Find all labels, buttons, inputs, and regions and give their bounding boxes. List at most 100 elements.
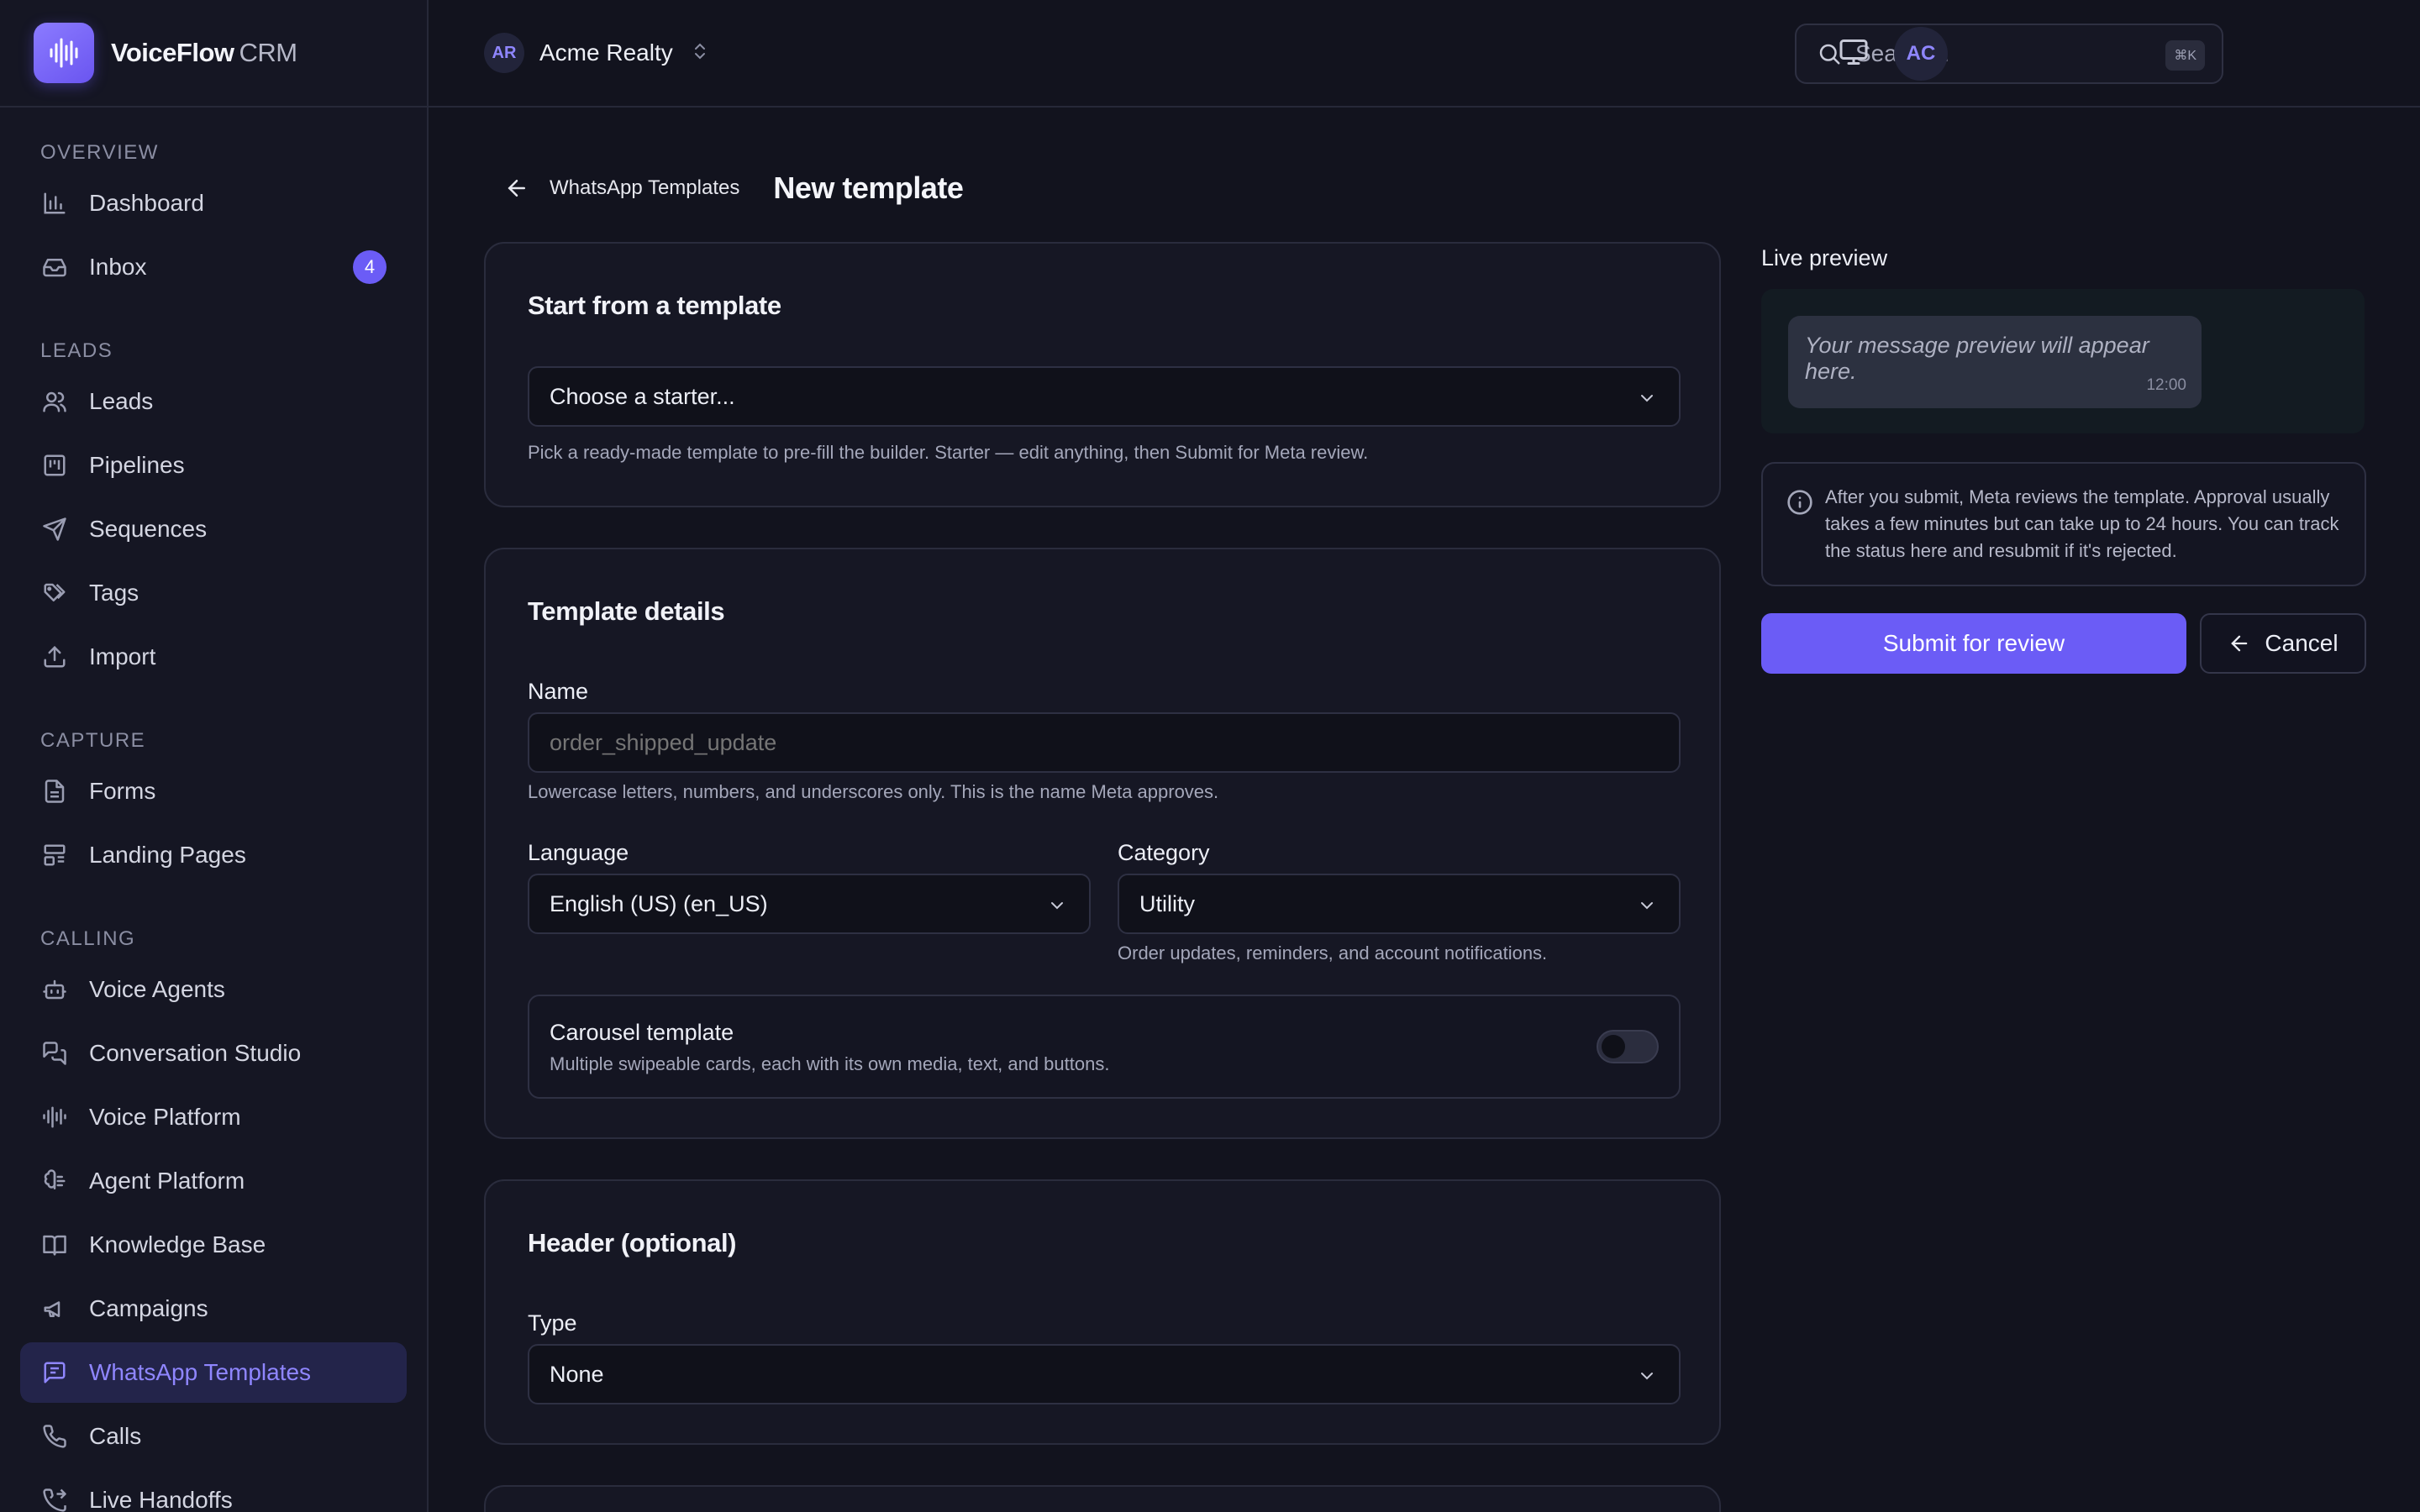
preview-message: Your message preview will appear here. [1805,333,2149,384]
chevron-down-icon [1637,388,1657,414]
monitor-icon[interactable] [1839,37,1869,71]
search-shortcut-badge: ⌘K [2165,40,2205,71]
starter-select[interactable]: Choose a starter... [528,366,1681,427]
sidebar-item-label: Forms [89,778,156,804]
template-details-card: Template details Name Lowercase letters,… [484,548,1721,1139]
sidebar-item-import[interactable]: Import [20,627,407,687]
type-label: Type [528,1310,577,1336]
name-label: Name [528,679,589,704]
chevrons-up-down-icon [690,39,710,67]
sidebar-item-leads[interactable]: Leads [20,371,407,432]
nav-section-overview: OVERVIEW [40,141,159,164]
sidebar-item-label: Leads [89,388,154,414]
toggle-knob [1602,1035,1625,1058]
sidebar-item-label: WhatsApp Templates [89,1359,312,1385]
sidebar-item-forms[interactable]: Forms [20,761,407,822]
cancel-label: Cancel [2265,630,2338,656]
language-select[interactable]: English (US) (en_US) [528,874,1091,934]
category-hint: Order updates, reminders, and account no… [1118,942,1548,963]
sidebar-item-label: Live Handoffs [89,1487,233,1512]
preview-time: 12:00 [2146,376,2186,394]
starter-card: Start from a template Choose a starter..… [484,242,1721,507]
brain-icon [40,1167,69,1195]
phone-icon [40,1422,69,1451]
page-title: New template [773,171,964,205]
sidebar-item-label: Conversation Studio [89,1040,302,1066]
carousel-option: Carousel template Multiple swipeable car… [528,995,1681,1099]
sidebar-item-sequences[interactable]: Sequences [20,499,407,559]
category-select-value: Utility [1139,890,1195,916]
sidebar-item-tags[interactable]: Tags [20,563,407,623]
arrow-left-icon [504,176,529,201]
brand[interactable]: VoiceFlow CRM [0,0,427,108]
nav-section-leads: LEADS [40,339,113,362]
submit-for-review-button[interactable]: Submit for review [1761,613,2186,674]
kanban-icon [40,451,69,480]
sidebar-item-label: Pipelines [89,452,185,478]
carousel-description: Multiple swipeable cards, each with its … [550,1053,1110,1074]
bar-chart-icon [40,189,69,218]
sidebar-item-voice-platform[interactable]: Voice Platform [20,1087,407,1147]
sidebar-item-pipelines[interactable]: Pipelines [20,435,407,496]
info-icon [1786,489,1813,520]
megaphone-icon [40,1294,69,1323]
carousel-toggle[interactable] [1597,1030,1659,1063]
sidebar-item-live-handoffs[interactable]: Live Handoffs [20,1470,407,1512]
review-info-text: After you submit, Meta reviews the templ… [1825,486,2339,561]
name-field[interactable] [528,712,1681,773]
sidebar-item-label: Voice Agents [89,976,225,1002]
arrow-left-icon [2228,632,2251,655]
messages-icon [40,1039,69,1068]
sidebar-item-label: Import [89,643,156,669]
book-icon [40,1231,69,1259]
language-select-value: English (US) (en_US) [550,890,768,916]
header-type-value: None [550,1361,604,1387]
sidebar-item-calls[interactable]: Calls [20,1406,407,1467]
category-select[interactable]: Utility [1118,874,1681,934]
carousel-title: Carousel template [550,1020,734,1045]
name-hint: Lowercase letters, numbers, and undersco… [528,781,1219,802]
sidebar-item-agent-platform[interactable]: Agent Platform [20,1151,407,1211]
starter-select-value: Choose a starter... [550,383,735,409]
sidebar-item-label: Agent Platform [89,1168,245,1194]
language-label: Language [528,840,629,865]
cancel-button[interactable]: Cancel [2200,613,2366,674]
send-icon [40,515,69,543]
sidebar-item-dashboard[interactable]: Dashboard [20,173,407,234]
sidebar-item-whatsapp-templates[interactable]: WhatsApp Templates [20,1342,407,1403]
user-avatar[interactable]: AC [1894,27,1948,81]
sidebar-item-label: Sequences [89,516,208,542]
sidebar-item-conversation-studio[interactable]: Conversation Studio [20,1023,407,1084]
inbox-count-badge: 4 [353,250,387,284]
back-link[interactable]: WhatsApp Templates [504,176,739,201]
audio-wave-logo-icon [34,23,94,83]
sidebar-item-voice-agents[interactable]: Voice Agents [20,959,407,1020]
workspace-name: Acme Realty [539,39,673,66]
sidebar-item-label: Knowledge Base [89,1231,266,1257]
header-card: Header (optional) Type None [484,1179,1721,1445]
workspace-avatar: AR [484,33,524,73]
sidebar-item-knowledge-base[interactable]: Knowledge Base [20,1215,407,1275]
next-card [484,1485,1721,1512]
live-preview: Your message preview will appear here. 1… [1761,289,2365,433]
brand-name: VoiceFlow CRM [111,38,297,67]
nav-section-capture: CAPTURE [40,729,146,752]
sidebar-item-label: Calls [89,1423,142,1449]
sidebar-item-label: Campaigns [89,1295,208,1321]
bot-icon [40,975,69,1004]
name-input[interactable] [550,729,1659,756]
sidebar-item-landing-pages[interactable]: Landing Pages [20,825,407,885]
sidebar-item-label: Landing Pages [89,842,246,868]
header-type-select[interactable]: None [528,1344,1681,1404]
sidebar-item-label: Inbox [89,254,147,280]
back-link-label: WhatsApp Templates [550,176,740,199]
workspace-switcher[interactable]: AR Acme Realty [484,33,710,73]
sidebar-item-campaigns[interactable]: Campaigns [20,1278,407,1339]
sidebar-item-inbox[interactable]: Inbox 4 [20,237,407,297]
breadcrumb: WhatsApp Templates New template [504,165,964,212]
tags-icon [40,579,69,607]
users-icon [40,387,69,416]
chevron-down-icon [1637,895,1657,921]
topbar: AR Acme Realty ⌘K AC [429,0,2420,108]
inbox-icon [40,253,69,281]
